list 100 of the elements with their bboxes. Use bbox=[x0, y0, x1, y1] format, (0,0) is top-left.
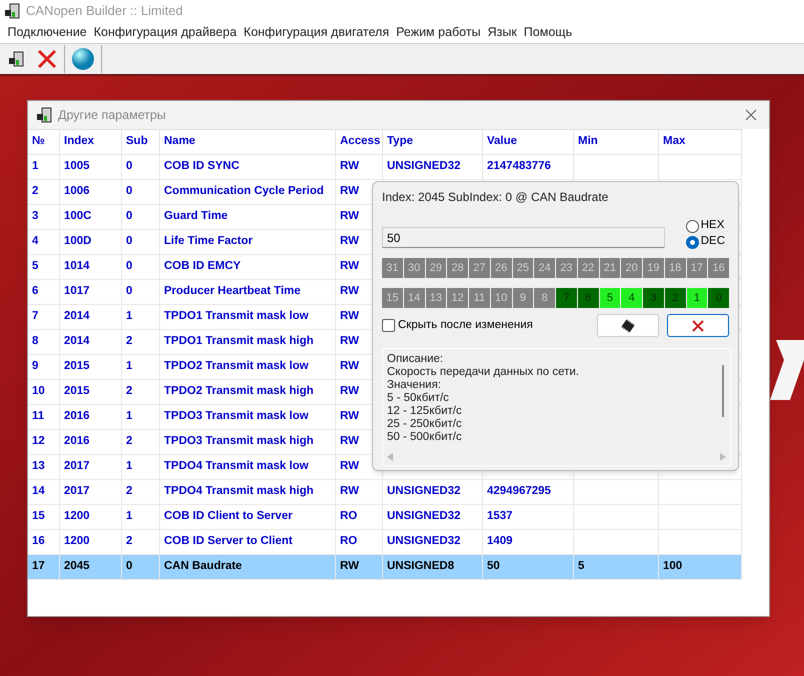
table-cell-text: 1 bbox=[126, 309, 132, 324]
table-cell-text: 2016 bbox=[64, 434, 90, 450]
table-cell-text: COB ID Client to Server bbox=[164, 509, 292, 524]
table-cell-text: 11 bbox=[32, 409, 44, 424]
table-cell-text: RW bbox=[340, 159, 359, 174]
table-cell-text: COB ID SYNC bbox=[164, 159, 240, 174]
table-cell-text: Communication Cycle Period bbox=[164, 184, 324, 200]
table-cell-text: 0 bbox=[126, 559, 132, 574]
table-cell-text: 16 bbox=[32, 534, 45, 550]
table-cell-text: RW bbox=[340, 559, 359, 574]
checkbox-label: Скрыть после изменения bbox=[398, 318, 533, 333]
table-cell-text: 10 bbox=[32, 384, 45, 400]
table-cell-text: 2015 bbox=[64, 359, 90, 374]
table-cell-text: 1537 bbox=[487, 509, 513, 524]
table-cell-text: 1200 bbox=[64, 509, 90, 524]
table-cell-text: 2 bbox=[126, 434, 132, 450]
table-cell-text: 4294967295 bbox=[487, 484, 551, 500]
table-cell-text: 1014 bbox=[64, 259, 90, 274]
table-cell-text: RW bbox=[340, 259, 359, 274]
table-cell-text: 2015 bbox=[64, 384, 90, 400]
table-cell-text: RW bbox=[340, 309, 359, 324]
table-cell-text: 2 bbox=[126, 534, 132, 550]
table-cell-text: 8 bbox=[32, 334, 38, 350]
table-cell-text: 2 bbox=[126, 384, 132, 400]
table-cell-text: RO bbox=[340, 509, 358, 524]
table-cell-text: 1409 bbox=[487, 534, 513, 550]
table-cell-text: 4 bbox=[32, 234, 38, 250]
dialog-title: Другие параметры bbox=[58, 106, 167, 124]
table-cell-text: TPDO3 Transmit mask low bbox=[164, 409, 308, 424]
table-cell-text: TPDO3 Transmit mask high bbox=[164, 434, 314, 450]
radio-label: DEC bbox=[700, 234, 725, 250]
table-cell-text: 2017 bbox=[64, 459, 90, 474]
table-cell-text: 7 bbox=[32, 309, 38, 324]
table-cell-text: 0 bbox=[126, 209, 132, 224]
table-cell-text: RW bbox=[340, 284, 359, 300]
table-cell-text: UNSIGNED8 bbox=[387, 559, 454, 574]
radio-label: HEX bbox=[700, 218, 724, 234]
description-line: Скорость передачи данных по сети. bbox=[387, 366, 580, 379]
table-cell-text: 0 bbox=[126, 184, 132, 200]
table-cell-text: 1 bbox=[126, 459, 132, 474]
description-line: 12 - 125кбит/с bbox=[387, 405, 463, 418]
table-cell-text: TPDO4 Transmit mask low bbox=[164, 459, 308, 474]
table-cell-text: 100D bbox=[64, 234, 92, 250]
table-cell-text: 3 bbox=[32, 209, 38, 224]
table-cell-text: 100C bbox=[64, 209, 92, 224]
table-cell-text: 2014 bbox=[64, 334, 90, 350]
table-cell-text: 12 bbox=[32, 434, 45, 450]
table-cell-text: TPDO4 Transmit mask high bbox=[164, 484, 314, 500]
table-cell-text: Producer Heartbeat Time bbox=[164, 284, 301, 300]
table-cell-text: 1 bbox=[126, 509, 132, 524]
table-cell-text: RW bbox=[340, 434, 359, 450]
table-cell-text: COB ID Server to Client bbox=[164, 534, 292, 550]
description-line: 25 - 250кбит/с bbox=[387, 418, 463, 431]
table-cell-text: 0 bbox=[126, 159, 132, 174]
description-line: 50 - 500кбит/с bbox=[387, 431, 463, 444]
table-cell-text: UNSIGNED32 bbox=[387, 159, 460, 174]
table-cell-text: RW bbox=[340, 184, 359, 200]
table-cell-text: TPDO2 Transmit mask low bbox=[164, 359, 308, 374]
table-cell-text: TPDO1 Transmit mask high bbox=[164, 334, 314, 350]
table-cell-text: 1 bbox=[32, 159, 38, 174]
table-cell-text: 100 bbox=[663, 559, 682, 574]
table-cell-text: RW bbox=[340, 484, 359, 500]
table-cell-text: TPDO1 Transmit mask low bbox=[164, 309, 308, 324]
table-cell-text: 2014 bbox=[64, 309, 90, 324]
table-cell-text: RW bbox=[340, 384, 359, 400]
table-cell-text: 5 bbox=[578, 559, 584, 574]
table-cell-text: RW bbox=[340, 459, 359, 474]
table-cell-text: TPDO2 Transmit mask high bbox=[164, 384, 314, 400]
table-cell-text: CAN Baudrate bbox=[164, 559, 242, 574]
editor-title: Index: 2045 SubIndex: 0 @ CAN Baudrate bbox=[382, 189, 610, 206]
table-cell-text: 15 bbox=[32, 509, 45, 524]
table-cell-text: 6 bbox=[32, 284, 38, 300]
table-cell-text: 1200 bbox=[64, 534, 90, 550]
table-cell-text: 1 bbox=[126, 409, 132, 424]
table-cell-text: 2 bbox=[126, 484, 132, 500]
table-cell-text: 1 bbox=[126, 359, 132, 374]
window-title: CANopen Builder :: Limited bbox=[26, 2, 183, 20]
table-cell-text: COB ID EMCY bbox=[164, 259, 241, 274]
table-cell-text: UNSIGNED32 bbox=[387, 484, 460, 500]
table-cell-text: 2 bbox=[32, 184, 38, 200]
table-cell-text: RW bbox=[340, 359, 359, 374]
table-cell-text: RW bbox=[340, 334, 359, 350]
table-cell-text: RO bbox=[340, 534, 358, 550]
description-line: Описание: bbox=[387, 353, 444, 366]
table-cell-text: 2147483776 bbox=[487, 159, 551, 174]
table-cell-text: RW bbox=[340, 409, 359, 424]
table-cell-text: RW bbox=[340, 234, 359, 250]
description-line: Значения: bbox=[387, 379, 442, 392]
table-cell-text: 2 bbox=[126, 334, 132, 350]
table-cell-text: 5 bbox=[32, 259, 38, 274]
table-cell-text: 9 bbox=[32, 359, 38, 374]
table-cell-text: Life Time Factor bbox=[164, 234, 253, 250]
table-cell-text: 0 bbox=[126, 259, 132, 274]
table-cell-text: Guard Time bbox=[164, 209, 228, 224]
table-cell-text: 1006 bbox=[64, 184, 90, 200]
table-cell-text: 13 bbox=[32, 459, 45, 474]
table-cell-text: 17 bbox=[32, 559, 45, 574]
table-cell-text: 50 bbox=[487, 559, 500, 574]
table-cell-text: UNSIGNED32 bbox=[387, 509, 460, 524]
table-cell-text: 2045 bbox=[64, 559, 90, 574]
